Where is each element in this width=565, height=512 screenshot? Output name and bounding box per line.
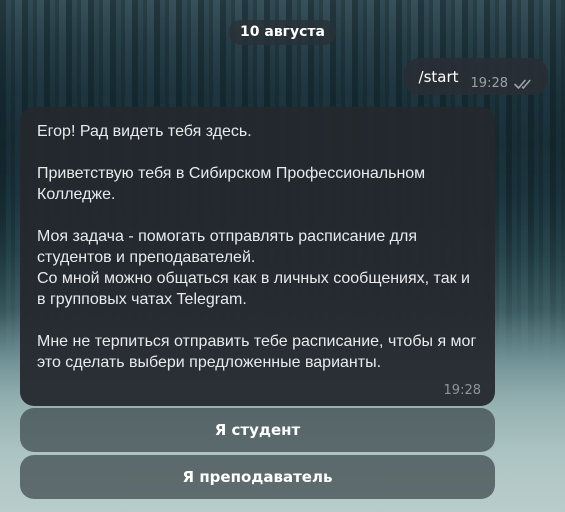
message-paragraph: Моя задача - помогать отправлять расписа… (37, 228, 470, 308)
message-paragraph: Приветствую тебя в Сибирском Профессиона… (37, 165, 426, 203)
incoming-message-time: 19:28 (443, 383, 481, 398)
double-check-icon (514, 79, 531, 89)
outgoing-message-time: 19:28 (470, 76, 508, 91)
outgoing-message-meta: 19:28 (471, 76, 534, 91)
student-button[interactable]: Я студент (20, 408, 495, 452)
message-paragraph: Егор! Рад видеть тебя здесь. (37, 123, 252, 140)
message-paragraph: Мне не терпиться отправить тебе расписан… (37, 333, 477, 371)
teacher-button[interactable]: Я преподаватель (20, 455, 495, 499)
outgoing-message-bubble[interactable]: /start 19:28 (403, 58, 548, 95)
date-separator: 10 августа (228, 20, 337, 45)
outgoing-message-text: /start (418, 68, 459, 86)
incoming-message-bubble[interactable]: Егор! Рад видеть тебя здесь. Приветствую… (20, 107, 495, 406)
